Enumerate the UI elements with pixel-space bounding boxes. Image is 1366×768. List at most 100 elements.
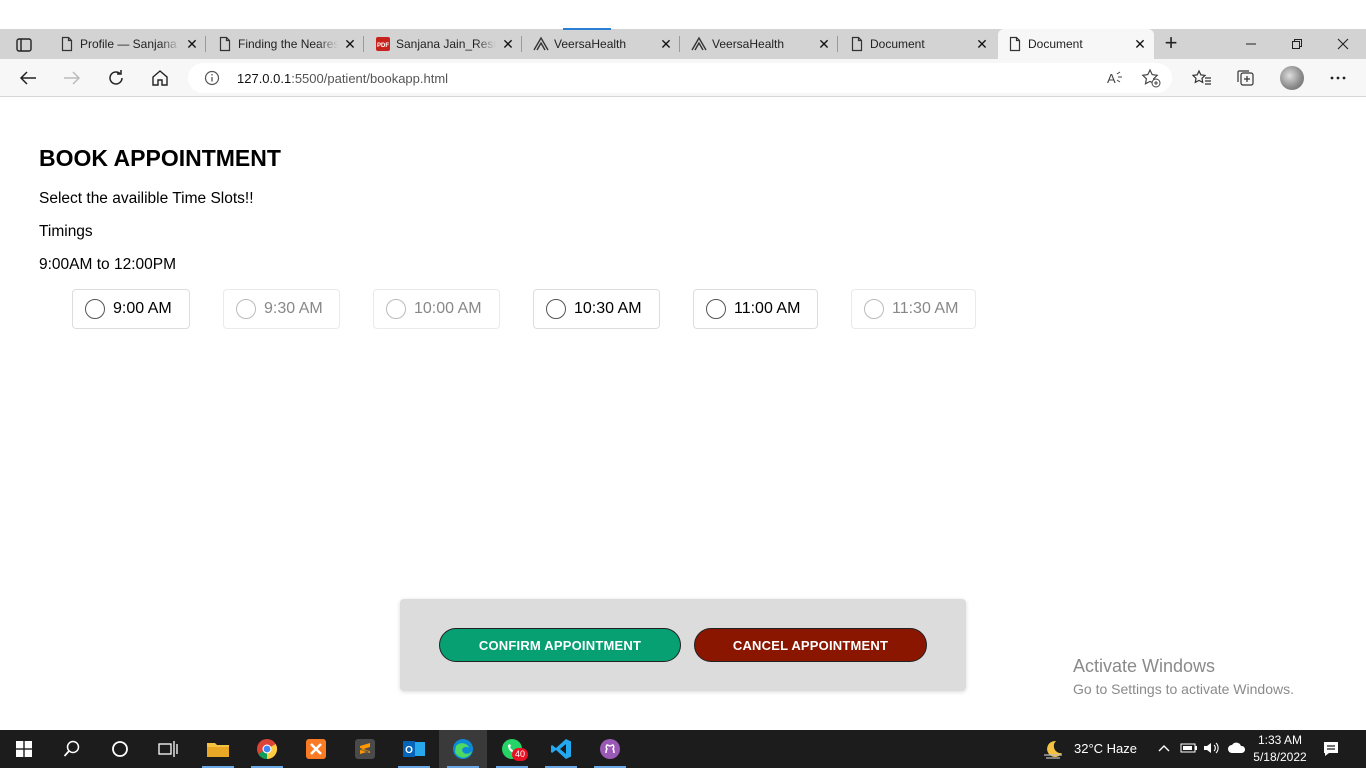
radio-button[interactable] (546, 299, 566, 319)
veersa-icon (691, 36, 707, 51)
notifications-button[interactable] (1322, 740, 1340, 763)
address-toolbar: 127.0.0.1:5500/patient/bookapp.html A (0, 59, 1366, 97)
favorites-icon (1192, 69, 1211, 85)
battery-button[interactable] (1180, 741, 1198, 760)
slot-930: 9:30 AM (223, 289, 340, 329)
onedrive-button[interactable] (1227, 741, 1247, 760)
close-window-button[interactable] (1320, 29, 1366, 59)
search-button[interactable] (48, 730, 96, 768)
github-desktop-button[interactable] (586, 730, 634, 768)
close-icon[interactable]: ✕ (816, 36, 832, 52)
edge-button[interactable] (439, 730, 487, 768)
volume-button[interactable] (1203, 741, 1221, 760)
url-text[interactable]: 127.0.0.1:5500/patient/bookapp.html (237, 71, 448, 86)
tab-title: Document (1028, 37, 1083, 51)
xampp-icon (306, 739, 326, 759)
back-button[interactable] (15, 65, 41, 91)
read-aloud-button[interactable]: A (1104, 68, 1126, 88)
xampp-button[interactable] (292, 730, 340, 768)
radio-button[interactable] (85, 299, 105, 319)
close-icon[interactable]: ✕ (342, 36, 358, 52)
address-bar[interactable]: 127.0.0.1:5500/patient/bookapp.html A (188, 63, 1172, 93)
minimize-button[interactable] (1228, 29, 1274, 59)
slot-1030[interactable]: 10:30 AM (533, 289, 660, 329)
tab-title: VeersaHealth (712, 37, 785, 51)
outlook-button[interactable]: O (390, 730, 438, 768)
tab-strip: Profile — Sanjana ✕ Finding the Nearest … (0, 29, 1366, 59)
task-view-button[interactable] (144, 730, 192, 768)
settings-more-button[interactable] (1325, 65, 1351, 91)
star-add-icon (1141, 68, 1161, 88)
info-icon[interactable] (204, 70, 220, 86)
slot-1130: 11:30 AM (851, 289, 976, 329)
slot-1000: 10:00 AM (373, 289, 500, 329)
slot-label: 10:00 AM (414, 300, 482, 317)
weather-text[interactable]: 32°C Haze (1074, 741, 1137, 756)
timings-range: 9:00AM to 12:00PM (39, 256, 176, 273)
svg-text:A: A (1107, 71, 1116, 86)
edge-icon (453, 739, 473, 759)
profile-avatar[interactable] (1280, 66, 1304, 90)
cortana-icon (112, 741, 128, 757)
tab-separator (363, 36, 364, 52)
radio-button (236, 299, 256, 319)
tab-veersa-2[interactable]: VeersaHealth ✕ (682, 29, 838, 59)
weather-button[interactable] (1042, 738, 1064, 760)
confirm-appointment-button[interactable]: CONFIRM APPOINTMENT (439, 628, 681, 662)
vscode-button[interactable] (537, 730, 585, 768)
home-button[interactable] (147, 65, 173, 91)
tab-separator (679, 36, 680, 52)
tab-document-1[interactable]: Document ✕ (840, 29, 996, 59)
chrome-button[interactable] (243, 730, 291, 768)
close-icon[interactable]: ✕ (658, 36, 674, 52)
timings-label: Timings (39, 223, 93, 240)
tab-document-active[interactable]: Document ✕ (998, 29, 1154, 59)
slot-900[interactable]: 9:00 AM (72, 289, 190, 329)
system-clock[interactable]: 1:33 AM 5/18/2022 (1252, 732, 1308, 766)
whatsapp-button[interactable]: 40 (488, 730, 536, 768)
forward-button[interactable] (59, 65, 85, 91)
tab-separator (205, 36, 206, 52)
slot-label: 9:30 AM (264, 300, 323, 317)
tab-actions-button[interactable] (8, 34, 40, 56)
cancel-appointment-button[interactable]: CANCEL APPOINTMENT (694, 628, 927, 662)
url-host: 127.0.0.1 (237, 71, 292, 86)
slot-1100[interactable]: 11:00 AM (693, 289, 818, 329)
github-icon (600, 739, 620, 759)
tab-profile[interactable]: Profile — Sanjana ✕ (50, 29, 206, 59)
title-bar-space (0, 0, 1366, 29)
watermark-title: Activate Windows (1073, 656, 1216, 676)
action-panel: CONFIRM APPOINTMENT CANCEL APPOINTMENT (400, 599, 966, 691)
search-icon (63, 740, 80, 757)
cortana-button[interactable] (96, 730, 144, 768)
tab-resume[interactable]: PDF Sanjana Jain_Resume ✕ (366, 29, 522, 59)
start-button[interactable] (0, 730, 48, 768)
restore-button[interactable] (1274, 29, 1320, 59)
refresh-button[interactable] (103, 65, 129, 91)
add-favorite-button[interactable] (1140, 68, 1162, 88)
tab-finding[interactable]: Finding the Nearest ✕ (208, 29, 364, 59)
cloud-icon (1228, 742, 1246, 753)
clock-time: 1:33 AM (1257, 733, 1303, 747)
collections-button[interactable] (1233, 65, 1259, 91)
page-icon (219, 36, 231, 52)
favorites-button[interactable] (1189, 65, 1215, 91)
volume-icon (1204, 742, 1219, 754)
slot-label: 9:00 AM (113, 300, 172, 317)
page-icon (61, 36, 73, 52)
close-icon (1337, 38, 1349, 50)
more-dots-icon (1330, 76, 1346, 80)
close-icon[interactable]: ✕ (500, 36, 516, 52)
radio-button[interactable] (706, 299, 726, 319)
close-icon[interactable]: ✕ (974, 36, 990, 52)
new-tab-button[interactable]: + (1159, 32, 1183, 55)
tab-veersa-1[interactable]: VeersaHealth ✕ (524, 29, 680, 59)
moon-haze-icon (1044, 740, 1062, 759)
show-hidden-icons-button[interactable] (1157, 741, 1171, 760)
sublime-text-button[interactable] (341, 730, 389, 768)
close-icon[interactable]: ✕ (184, 36, 200, 52)
veersa-icon (533, 36, 549, 51)
refresh-icon (109, 70, 123, 85)
close-icon[interactable]: ✕ (1132, 36, 1148, 52)
file-explorer-button[interactable] (194, 730, 242, 768)
